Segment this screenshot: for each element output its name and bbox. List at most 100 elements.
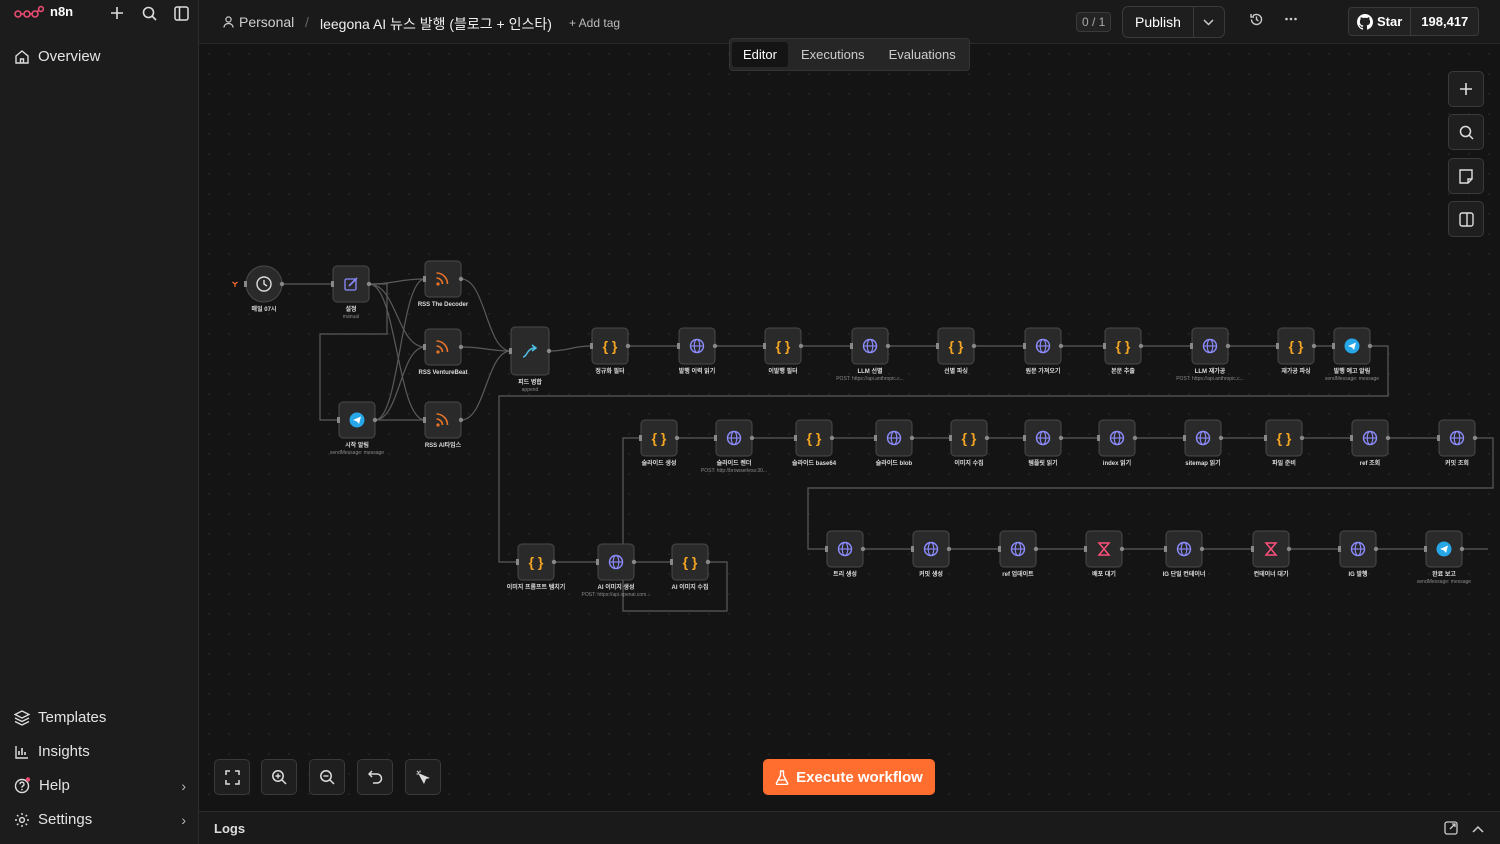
workflow-node[interactable]: AI 이미지 생성POST: https://api.openai.com...: [582, 543, 651, 598]
workflow-node[interactable]: { } 정규화 필터: [590, 327, 631, 375]
workflow-node[interactable]: 템플릿 읽기: [1023, 419, 1064, 467]
tab-executions[interactable]: Executions: [790, 42, 876, 67]
fit-view-icon[interactable]: [214, 759, 250, 795]
workflow-node[interactable]: 완료 보고sendMessage: message: [1417, 530, 1471, 585]
sidebar-item-overview[interactable]: Overview: [14, 48, 186, 65]
zoom-in-icon[interactable]: [261, 759, 297, 795]
output-handle: [546, 348, 552, 354]
workflow-node[interactable]: 커밋 조회: [1437, 419, 1478, 467]
workflow-node[interactable]: index 읽기: [1097, 419, 1138, 467]
breadcrumb-project[interactable]: Personal: [223, 14, 294, 30]
output-handle: [885, 343, 891, 349]
workflow-node[interactable]: 슬라이드 blob: [874, 419, 915, 467]
workflow-name[interactable]: leegona AI 뉴스 발행 (블로그 + 인스타): [320, 14, 552, 34]
workflow-node[interactable]: 슬라이드 렌더POST: http://browserless:30...: [701, 419, 767, 474]
sidebar-item-help[interactable]: Help ›: [14, 777, 186, 794]
tab-evaluations[interactable]: Evaluations: [878, 42, 967, 67]
code-icon: { }: [603, 338, 618, 354]
input-handle: [911, 546, 914, 552]
input-handle: [1103, 343, 1106, 349]
node-label: 파일 준비: [1272, 459, 1296, 467]
workflow-node[interactable]: IG 발행: [1338, 530, 1379, 578]
workflow-node[interactable]: ref 조회: [1350, 419, 1391, 467]
workflow-node[interactable]: 매일 07시: [232, 265, 285, 313]
logs-panel[interactable]: Logs: [199, 811, 1500, 844]
input-handle: [1097, 435, 1100, 441]
node-label: 매일 07시: [252, 305, 277, 313]
workflow-node[interactable]: { } 재가공 파싱: [1276, 327, 1317, 375]
user-icon: [223, 16, 234, 28]
workflow-node[interactable]: { } 슬라이드 생성: [639, 419, 680, 467]
workflow-canvas[interactable]: 매일 07시 설정 manual RSS The Decoder RSS Venture…: [199, 44, 1500, 811]
workflow-node[interactable]: 설정manual: [331, 265, 372, 320]
tidy-up-icon[interactable]: [405, 759, 441, 795]
chevron-down-icon[interactable]: [1194, 7, 1224, 37]
output-handle: [279, 281, 285, 287]
node-label: 컨테이너 대기: [1254, 570, 1289, 578]
workflow-node[interactable]: 컨테이너 대기: [1251, 530, 1292, 578]
workflow-node[interactable]: { } 이미지 프롬프트 템치기: [507, 543, 566, 591]
workflow-node[interactable]: { } 이미지 수집: [949, 419, 990, 467]
search-nodes-icon[interactable]: [1448, 114, 1484, 150]
workflow-node[interactable]: LLM 선별POST: https://api.anthropic.c...: [836, 327, 904, 382]
popout-icon[interactable]: [1444, 821, 1458, 840]
connection: [368, 283, 426, 421]
workflow-node[interactable]: sitemap 읽기: [1183, 419, 1224, 467]
chevron-up-icon[interactable]: [1472, 822, 1484, 840]
workflow-node[interactable]: { } 선별 파싱: [936, 327, 977, 375]
breadcrumb-separator: /: [305, 14, 309, 30]
undo-icon[interactable]: [357, 759, 393, 795]
output-handle: [372, 417, 378, 423]
panel-toggle-icon[interactable]: [1448, 201, 1484, 237]
workflow-node[interactable]: { } AI 이미지 수집: [670, 543, 711, 591]
node-label: IG 단일 컨테이너: [1163, 570, 1206, 578]
n8n-logo[interactable]: n8n: [14, 4, 73, 19]
sticky-note-icon[interactable]: [1448, 158, 1484, 194]
plus-icon[interactable]: [106, 4, 128, 22]
workflow-node[interactable]: IG 단일 컨테이너: [1163, 530, 1206, 578]
workflow-node[interactable]: 트리 생성: [825, 530, 866, 578]
workflow-node[interactable]: 발행 이력 읽기: [677, 327, 718, 375]
node-label: 트리 생성: [833, 570, 857, 578]
workflow-node[interactable]: 피드 병합append: [509, 326, 552, 393]
tab-editor[interactable]: Editor: [732, 42, 788, 67]
publish-button[interactable]: Publish: [1123, 7, 1194, 37]
add-tag-button[interactable]: + Add tag: [569, 16, 620, 30]
workflow-node[interactable]: ref 업데이트: [998, 530, 1039, 578]
github-star-button[interactable]: Star 198,417: [1348, 7, 1480, 36]
workflow-node[interactable]: { } 슬라이드 base64: [792, 419, 837, 467]
workflow-node[interactable]: 배포 대기: [1084, 530, 1125, 578]
sidebar-item-insights[interactable]: Insights: [14, 743, 186, 760]
node-subtitle: sendMessage: message: [1417, 579, 1471, 585]
input-handle: [596, 559, 599, 565]
input-handle: [1023, 343, 1026, 349]
zoom-out-icon[interactable]: [309, 759, 345, 795]
workflow-node[interactable]: 시작 알림sendMessage: message: [330, 401, 384, 456]
workflow-node[interactable]: { } 파일 준비: [1264, 419, 1305, 467]
history-icon[interactable]: [1249, 12, 1264, 30]
workflow-node[interactable]: 커밋 생성: [911, 530, 952, 578]
add-node-icon[interactable]: [1448, 71, 1484, 107]
github-star[interactable]: Star: [1349, 8, 1412, 35]
connection: [368, 283, 426, 348]
node-label: 발행 이력 읽기: [679, 367, 715, 375]
sidebar-item-templates[interactable]: Templates: [14, 709, 186, 726]
more-options-icon[interactable]: [1284, 12, 1298, 29]
workflow-node[interactable]: LLM 재가공POST: https://api.anthropic.c...: [1176, 327, 1244, 382]
execute-workflow-button[interactable]: Execute workflow: [763, 759, 935, 795]
output-handle: [1138, 343, 1144, 349]
sidebar-toggle-icon[interactable]: [170, 4, 192, 22]
input-handle: [331, 281, 334, 287]
workflow-node[interactable]: RSS VentureBeat: [418, 328, 468, 376]
node-label: 템플릿 읽기: [1028, 459, 1057, 467]
input-handle: [1183, 435, 1186, 441]
sidebar-item-settings[interactable]: Settings ›: [14, 811, 186, 828]
workflow-node[interactable]: { } 본문 추출: [1103, 327, 1144, 375]
workflow-node[interactable]: { } 이발행 필터: [763, 327, 804, 375]
node-label: 선별 파싱: [944, 367, 968, 375]
workflow-node[interactable]: 원문 가져오기: [1023, 327, 1064, 375]
workflow-node[interactable]: 발행 예고 알림sendMessage: message: [1325, 327, 1379, 382]
workflow-node[interactable]: RSS The Decoder: [418, 260, 469, 308]
workflow-node[interactable]: RSS AI타임스: [423, 401, 464, 449]
search-icon[interactable]: [138, 4, 160, 22]
